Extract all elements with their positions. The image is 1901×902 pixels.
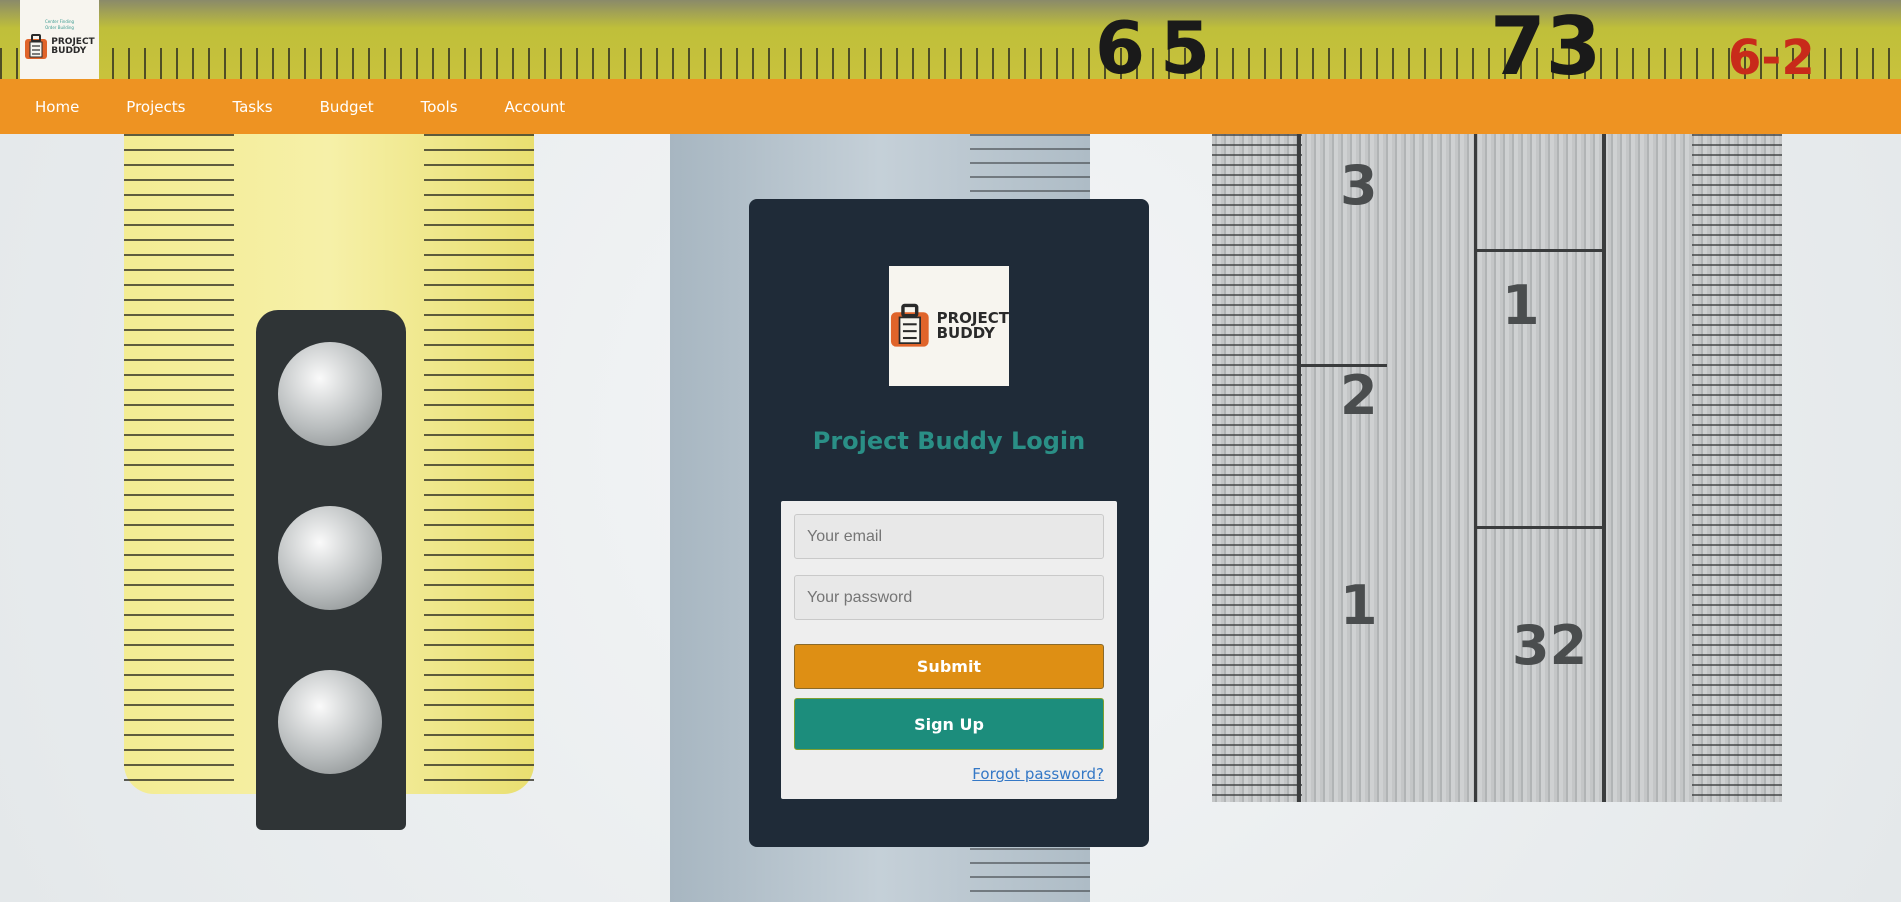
logo-name-line2: BUDDY xyxy=(936,324,995,342)
nav-projects[interactable]: Projects xyxy=(126,98,185,116)
submit-button[interactable]: Submit xyxy=(794,644,1104,689)
password-input[interactable] xyxy=(794,575,1104,620)
email-input[interactable] xyxy=(794,514,1104,559)
nav-budget[interactable]: Budget xyxy=(320,98,374,116)
ruler-number: 3 xyxy=(1340,154,1378,217)
tape-hook-clip xyxy=(256,310,406,830)
ruler-number: 1 xyxy=(1340,574,1378,637)
tape-number: 5 xyxy=(1160,6,1211,90)
logo-name-line2: BUDDY xyxy=(51,45,87,56)
logo-tagline: Order Building xyxy=(45,24,74,30)
top-tape-measure: 6 5 73 6-2 xyxy=(0,0,1901,93)
ruler-number: 1 xyxy=(1502,274,1540,337)
sign-up-button[interactable]: Sign Up xyxy=(794,698,1104,750)
login-title: Project Buddy Login xyxy=(812,427,1086,455)
login-logo: PROJECT BUDDY xyxy=(889,266,1009,386)
main-navbar: Home Projects Tasks Budget Tools Account xyxy=(0,79,1901,134)
toolbox-clipboard-icon xyxy=(25,33,48,59)
ruler-number: 32 xyxy=(1512,614,1588,677)
nav-tools[interactable]: Tools xyxy=(421,98,458,116)
steel-ruler: 3 1 2 1 32 xyxy=(1212,134,1782,802)
tape-number: 6 xyxy=(1095,6,1146,90)
forgot-password-link[interactable]: Forgot password? xyxy=(972,765,1104,783)
nav-tasks[interactable]: Tasks xyxy=(232,98,272,116)
nav-account[interactable]: Account xyxy=(505,98,566,116)
tape-number: 6-2 xyxy=(1728,30,1815,86)
ruler-number: 2 xyxy=(1340,364,1378,427)
header-logo[interactable]: Center Finding Order Building PROJECT BU… xyxy=(20,0,99,79)
login-card: PROJECT BUDDY Project Buddy Login Submit… xyxy=(749,199,1149,847)
nav-home[interactable]: Home xyxy=(35,98,79,116)
login-form: Submit Sign Up Forgot password? xyxy=(781,501,1117,799)
toolbox-clipboard-icon xyxy=(890,303,929,347)
